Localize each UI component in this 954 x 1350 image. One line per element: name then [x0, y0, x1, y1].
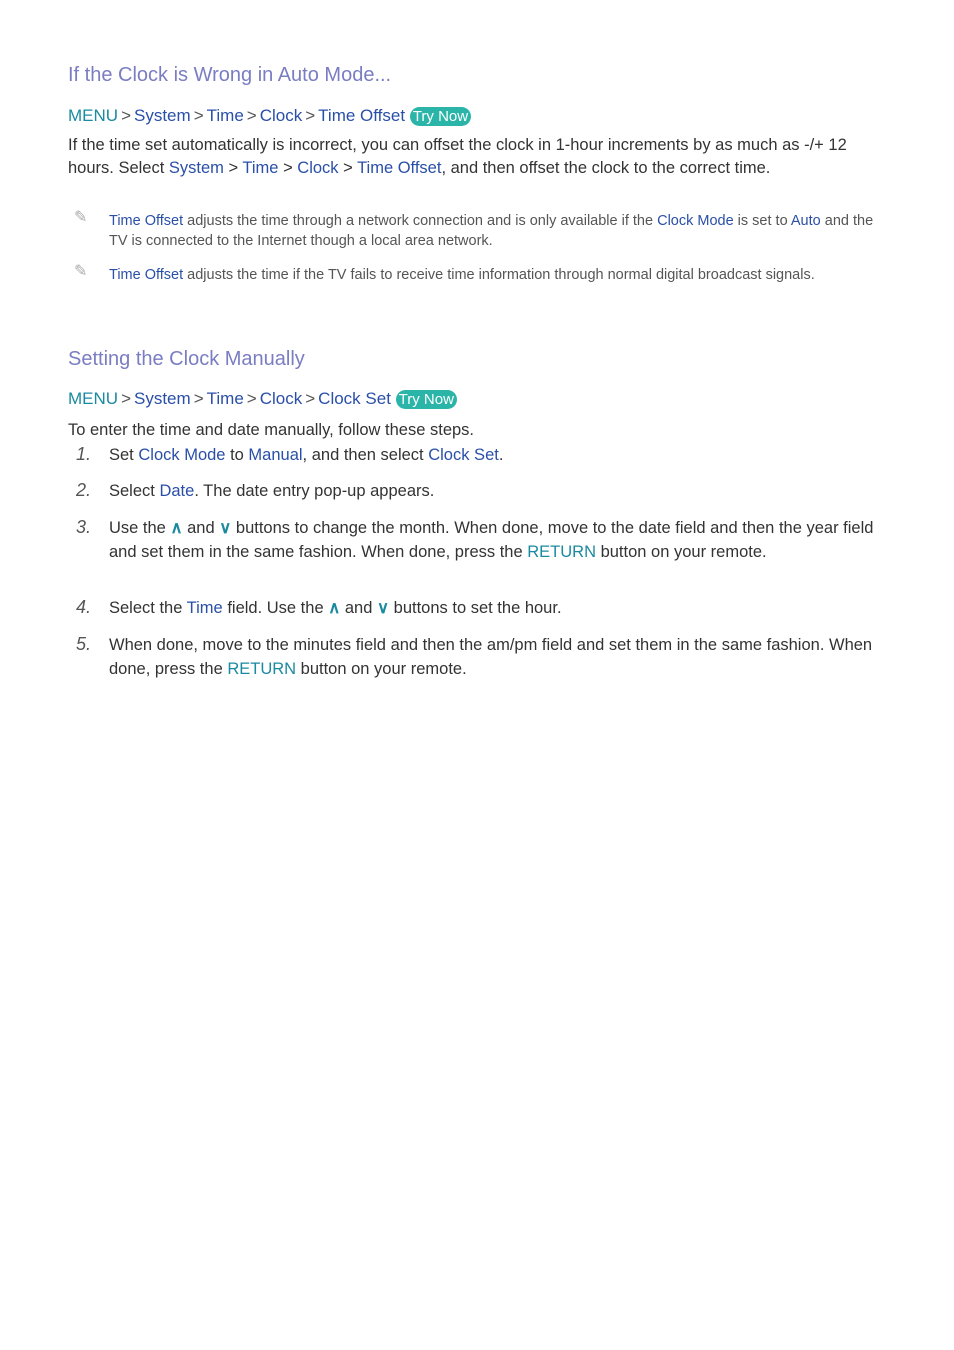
keyword-time: Time	[242, 159, 279, 177]
chevron-right-icon: >	[305, 389, 316, 408]
path-system: System	[134, 389, 191, 408]
keyword: Auto	[790, 213, 821, 229]
menu-path-clock-set: MENU > System > Time > Clock > Clock Set Try Now	[68, 389, 457, 409]
up-arrow-icon: ∧	[170, 519, 183, 537]
keyword-return: RETURN	[227, 659, 297, 678]
step-3: Use the ∧ and ∨ buttons to change the mo…	[109, 519, 874, 561]
step-5: When done, move to the minutes field and…	[109, 636, 873, 678]
keyword-system: System	[168, 159, 224, 177]
chevron-right-icon: >	[121, 106, 131, 125]
step-number: 5.	[76, 634, 92, 654]
path-time-offset: Time Offset	[318, 106, 406, 125]
intro-text: To enter the time and date manually, fol…	[68, 421, 475, 439]
path-menu: MENU	[68, 389, 119, 408]
chevron-right-icon: >	[193, 389, 204, 408]
down-arrow-icon: ∨	[377, 599, 390, 617]
chevron-right-icon: >	[246, 106, 257, 125]
keyword-return: RETURN	[527, 542, 596, 561]
pencil-icon: ✎	[74, 209, 88, 226]
keyword: Time Offset	[109, 213, 184, 229]
note-2: Time Offset adjusts the time if the TV f…	[109, 265, 889, 285]
path-clock: Clock	[259, 106, 303, 125]
note-1: Time Offset adjusts the time through a n…	[109, 211, 889, 251]
chevron-right-icon: >	[193, 106, 204, 125]
keyword: Date	[159, 482, 195, 500]
keyword: Clock Set	[428, 446, 499, 464]
keyword: Time	[186, 599, 223, 617]
section-heading-manual: Setting the Clock Manually	[68, 348, 305, 370]
path-time: Time	[206, 106, 244, 125]
section-heading-auto-mode: If the Clock is Wrong in Auto Mode...	[68, 64, 392, 86]
text: is set to	[733, 213, 791, 229]
step-4: Select the Time field. Use the ∧ and ∨ b…	[109, 599, 562, 617]
keyword-clock: Clock	[297, 159, 339, 177]
paragraph-auto-mode: If the time set automatically is incorre…	[68, 136, 847, 177]
chevron-right-icon: >	[121, 389, 131, 408]
step-number: 2.	[76, 480, 92, 500]
down-arrow-icon: ∨	[219, 519, 232, 537]
path-clock-set: Clock Set	[318, 389, 391, 408]
path-time: Time	[206, 389, 244, 408]
text: adjusts the time through a network conne…	[183, 213, 658, 229]
pencil-icon: ✎	[74, 263, 88, 280]
step-2: Select Date. The date entry pop-up appea…	[109, 482, 435, 500]
chevron-right-icon: >	[305, 106, 316, 125]
keyword: Manual	[248, 446, 303, 464]
step-1: Set Clock Mode to Manual, and then selec…	[109, 446, 504, 464]
menu-path-time-offset: MENU > System > Time > Clock > Time Offset Try N…	[68, 106, 472, 126]
path-system: System	[134, 106, 191, 125]
text: adjusts the time if the TV fails to rece…	[183, 267, 815, 283]
chevron-right-icon: >	[246, 389, 257, 408]
path-clock: Clock	[259, 389, 303, 408]
up-arrow-icon: ∧	[328, 599, 341, 617]
try-now-button[interactable]: Try Now	[395, 390, 457, 409]
try-now-button[interactable]: Try Now	[409, 107, 472, 126]
keyword-time-offset: Time Offset	[357, 159, 442, 177]
keyword: Clock Mode	[657, 213, 734, 229]
step-number: 1.	[76, 444, 92, 464]
text: , and then offset the clock to the corre…	[441, 159, 771, 177]
keyword: Clock Mode	[138, 446, 226, 464]
step-number: 3.	[76, 517, 92, 537]
path-menu: MENU	[68, 106, 119, 125]
keyword: Time Offset	[109, 267, 184, 283]
step-number: 4.	[76, 597, 92, 617]
